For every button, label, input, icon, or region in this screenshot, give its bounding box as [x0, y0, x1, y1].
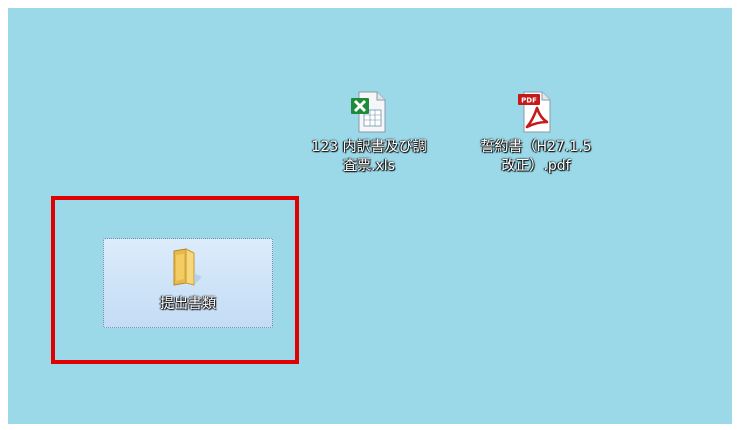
- desktop-icon-label: 誓約書（H27.1.5 改正）.pdf: [480, 139, 592, 174]
- desktop-icon-folder[interactable]: 提出書類: [103, 238, 273, 328]
- desktop-icon-excel-file[interactable]: 123 内訳書及び調 査票.xls: [284, 88, 454, 176]
- desktop-icon-pdf-file[interactable]: PDF 誓約書（H27.1.5 改正）.pdf: [456, 88, 616, 176]
- desktop-icon-label: 123 内訳書及び調 査票.xls: [311, 139, 427, 174]
- desktop-icon-label: 提出書類: [160, 296, 216, 312]
- desktop[interactable]: 123 内訳書及び調 査票.xls PDF 誓約書（H27.1.5 改正）.pd…: [8, 8, 732, 424]
- pdf-icon: PDF: [518, 91, 551, 133]
- excel-icon: [351, 91, 386, 133]
- folder-icon: [173, 248, 202, 286]
- pdf-badge: PDF: [521, 97, 537, 105]
